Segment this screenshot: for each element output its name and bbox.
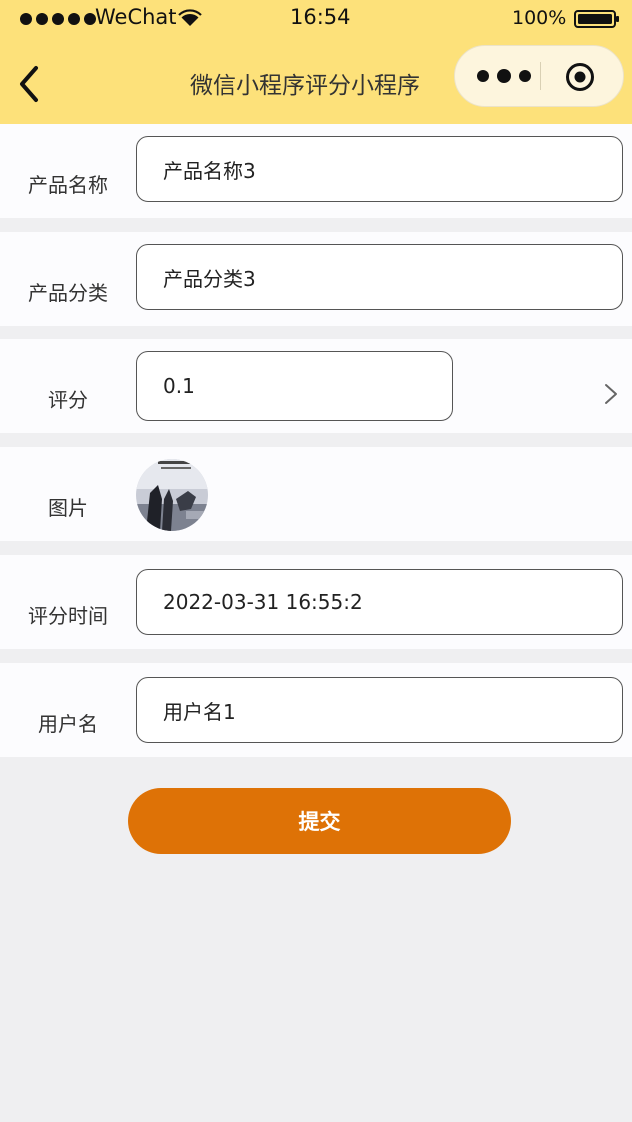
page-title: 微信小程序评分小程序 — [190, 73, 420, 99]
submit-button[interactable]: 提交 — [128, 788, 511, 854]
image-row: 图片 — [0, 447, 632, 541]
score-time-row: 评分时间 — [0, 555, 632, 649]
capsule-menu — [454, 45, 624, 107]
score-row: 评分 — [0, 339, 632, 433]
product-name-input[interactable] — [136, 136, 623, 202]
more-icon[interactable] — [473, 46, 535, 106]
battery-icon — [574, 10, 619, 28]
product-name-row: 产品名称 — [0, 124, 632, 218]
status-bar: WeChat 16:54 100% — [0, 0, 632, 38]
wifi-icon — [178, 9, 202, 26]
score-input[interactable] — [136, 351, 453, 421]
score-time-input[interactable] — [136, 569, 623, 635]
capsule-divider — [540, 62, 541, 90]
username-input[interactable] — [136, 677, 623, 743]
image-label: 图片 — [48, 496, 88, 520]
product-category-input[interactable] — [136, 244, 623, 310]
close-circle-icon[interactable] — [565, 62, 595, 92]
username-row: 用户名 — [0, 663, 632, 757]
chevron-right-icon[interactable] — [604, 382, 618, 406]
battery-percent: 100% — [512, 7, 567, 29]
username-label: 用户名 — [38, 712, 98, 736]
back-icon[interactable] — [16, 64, 42, 104]
score-time-label: 评分时间 — [28, 604, 108, 628]
header: WeChat 16:54 100% 微信小程序评分小程序 — [0, 0, 632, 124]
signal-icon — [20, 13, 96, 25]
product-image[interactable] — [136, 459, 208, 531]
product-category-row: 产品分类 — [0, 232, 632, 326]
clock: 16:54 — [290, 5, 351, 29]
score-label: 评分 — [48, 388, 88, 412]
carrier-label: WeChat — [95, 5, 177, 29]
product-name-label: 产品名称 — [28, 173, 108, 197]
product-category-label: 产品分类 — [28, 281, 108, 305]
